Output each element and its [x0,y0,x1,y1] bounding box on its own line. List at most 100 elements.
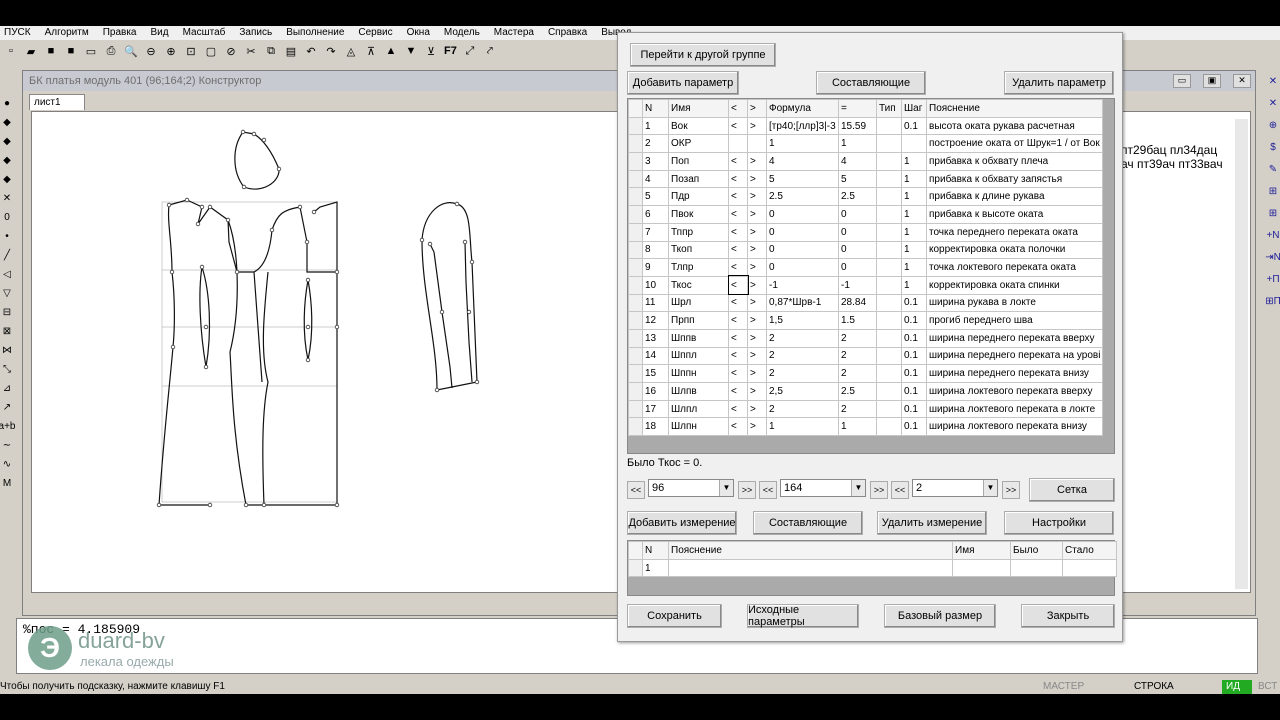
table-cell[interactable]: 2,5 [766,382,839,401]
table-cell[interactable]: 10 [642,275,669,295]
table-cell[interactable]: Шппл [668,346,729,366]
sheet-tab[interactable]: лист1 [29,94,85,110]
right-tool-icon[interactable]: ⇥N [1265,250,1280,264]
table-cell[interactable]: ширина переднего переката на урові [926,346,1103,366]
table-cell[interactable]: прибавка к обхвату плеча [926,152,1103,171]
table-cell[interactable]: Вок [668,116,729,136]
table-cell[interactable]: 2 [766,364,839,383]
row-header[interactable] [628,558,643,578]
right-tool-icon[interactable]: ✎ [1266,162,1280,176]
menu-item[interactable]: Запись [239,26,272,40]
table-cell[interactable]: < [728,382,748,401]
nav-prev-2[interactable]: << [759,481,777,499]
table-row[interactable]: 10 Ткос < > -1 -1 1 корректировка оката спинки [628,275,1103,296]
row-header[interactable] [628,417,643,437]
table-cell[interactable]: 2.5 [766,187,839,207]
right-tool-icon[interactable]: ✕ [1266,96,1280,110]
save-all-icon[interactable]: ■ [64,44,78,58]
table-cell[interactable]: 0 [838,205,877,224]
grid-button[interactable]: Сетка [1029,478,1115,502]
arrow-down-icon[interactable]: ▼ [404,44,418,58]
table-cell[interactable]: 0.1 [901,328,927,348]
size-combo-1[interactable]: 96 ▼ [648,479,734,497]
table-cell[interactable]: 1 [901,258,927,277]
table-cell[interactable] [876,258,902,277]
table-cell[interactable]: 2.5 [838,187,877,207]
table-cell[interactable]: 4 [838,152,877,171]
table-cell[interactable]: 0 [766,222,839,242]
zoom-window-icon[interactable]: ▢ [204,44,218,58]
menu-item[interactable]: Справка [548,26,587,40]
table-cell[interactable]: < [728,187,748,207]
print-setup-icon[interactable]: ▭ [84,44,98,58]
row-header[interactable] [628,205,643,224]
table-cell[interactable]: < [728,399,748,419]
table-cell[interactable]: 2 [838,364,877,383]
row-header[interactable] [628,169,643,189]
table-cell[interactable]: прибавка к обхвату запястья [926,169,1103,189]
table-row[interactable]: 15 Шппн < >2 2 0.1 ширина переднего переката в… [628,364,1103,383]
table-cell[interactable]: Поп [668,152,729,171]
table-cell[interactable]: 14 [642,346,669,366]
preview-icon[interactable]: 🔍 [124,44,138,58]
table-cell[interactable]: 2 [642,134,669,154]
table-cell[interactable]: < [728,169,748,189]
table-cell[interactable]: Пдр [668,187,729,207]
table-cell[interactable]: > [747,275,767,295]
table-cell[interactable]: 0.1 [901,382,927,401]
table-cell[interactable]: 0.1 [901,311,927,330]
left-tool-icon[interactable]: ▽ [0,286,14,300]
table-cell[interactable]: 2.5 [838,382,877,401]
left-tool-icon[interactable]: ⊠ [0,324,14,338]
table-cell[interactable]: Шппн [668,364,729,383]
save-button[interactable]: Сохранить [627,604,722,628]
left-tool-icon[interactable]: ◆ [0,153,14,167]
nav-prev-1[interactable]: << [627,481,645,499]
table-cell[interactable]: < [728,152,748,171]
left-tool-icon[interactable]: M [0,476,14,490]
table-cell[interactable]: > [747,364,767,383]
row-header[interactable] [628,382,643,401]
table-cell[interactable]: 1 [901,240,927,260]
table-cell[interactable]: Тппр [668,222,729,242]
table-cell[interactable]: 5 [766,169,839,189]
add-parameter-button[interactable]: Добавить параметр [627,71,739,95]
right-tool-icon[interactable]: $ [1266,140,1280,154]
table-cell[interactable]: < [728,311,748,330]
zoom-out-icon[interactable]: ⊖ [144,44,158,58]
right-tool-icon[interactable]: ⊞П [1265,294,1280,308]
table-cell[interactable]: 2 [766,328,839,348]
table-cell[interactable]: 5 [642,187,669,207]
menu-item[interactable]: Алгоритм [45,26,89,40]
table-row[interactable]: 4 Позап < >5 5 1 прибавка к обхвату запястья [628,169,1103,189]
left-tool-icon[interactable]: ∿ [0,457,14,471]
vertical-scrollbar[interactable] [1235,119,1248,589]
table-cell[interactable]: Ткоп [668,240,729,260]
cut-icon[interactable]: ✂ [244,44,258,58]
table-cell[interactable]: 1 [766,134,839,154]
table-cell[interactable] [728,134,748,154]
table-cell[interactable] [747,134,767,154]
close-window-button[interactable]: ✕ [1233,74,1251,88]
menu-item[interactable]: ПУСК [4,26,31,40]
table-cell[interactable]: 0.1 [901,364,927,383]
table-cell[interactable]: < [728,328,748,348]
redo-icon[interactable]: ↷ [324,44,338,58]
table-cell[interactable]: 1 [766,417,839,437]
table-cell[interactable] [876,293,902,313]
row-header[interactable] [628,346,643,366]
left-tool-icon[interactable]: ⋈ [0,343,14,357]
table-cell[interactable]: 0 [766,258,839,277]
table-cell[interactable]: < [728,205,748,224]
table-cell[interactable]: < [728,258,748,277]
table-cell[interactable]: 1 [901,275,927,295]
table-cell[interactable]: 0 [838,222,877,242]
table-cell[interactable]: 0.1 [901,417,927,437]
right-tool-icon[interactable]: +N [1266,228,1280,242]
table-cell[interactable]: 11 [642,293,669,313]
minimize-button[interactable]: ▭ [1173,74,1191,88]
table-cell[interactable]: 7 [642,222,669,242]
table-cell[interactable]: 15 [642,364,669,383]
table-cell[interactable]: ширина локтевого переката внизу [926,417,1103,437]
table-cell[interactable]: < [728,222,748,242]
